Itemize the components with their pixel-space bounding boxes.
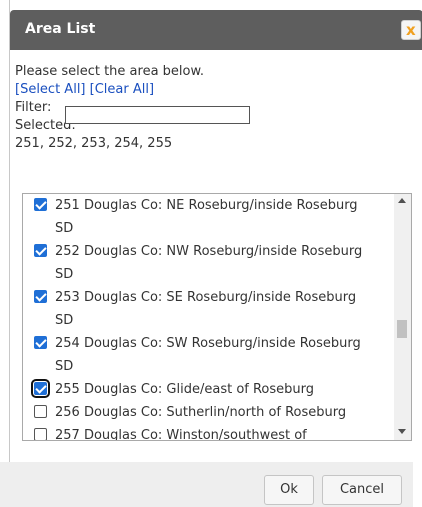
item-label: 255 Douglas Co: Glide/east of Roseburg: [55, 382, 315, 397]
list-item[interactable]: 251 Douglas Co: NE Roseburg/inside Roseb…: [23, 194, 393, 240]
item-label: 252 Douglas Co: NW Roseburg/inside Roseb…: [55, 244, 363, 259]
list-item[interactable]: 254 Douglas Co: SW Roseburg/inside Roseb…: [23, 332, 393, 378]
item-label: 256 Douglas Co: Sutherlin/north of Roseb…: [55, 405, 347, 420]
list-item[interactable]: 253 Douglas Co: SE Roseburg/inside Roseb…: [23, 286, 393, 332]
list-item[interactable]: 256 Douglas Co: Sutherlin/north of Roseb…: [23, 401, 393, 424]
dialog-titlebar[interactable]: Area List x: [10, 10, 422, 50]
ok-button[interactable]: Ok: [264, 475, 314, 505]
item-label-cont: SD: [55, 313, 74, 328]
instruction-text: Please select the area below.: [15, 64, 205, 79]
dialog-title: Area List: [25, 21, 96, 37]
item-label: 257 Douglas Co: Winston/southwest of: [55, 428, 307, 441]
area-list: 251 Douglas Co: NE Roseburg/inside Roseb…: [23, 194, 393, 441]
item-label: 251 Douglas Co: NE Roseburg/inside Roseb…: [55, 198, 358, 213]
item-label-cont: SD: [55, 267, 74, 282]
close-button[interactable]: x: [401, 20, 421, 40]
checkbox[interactable]: [34, 405, 47, 418]
checkbox[interactable]: [34, 336, 47, 349]
checkbox[interactable]: [34, 290, 47, 303]
list-scrollbar[interactable]: [394, 194, 411, 440]
checkbox[interactable]: [34, 428, 47, 440]
checkbox[interactable]: [34, 198, 47, 211]
clear-all-link[interactable]: [Clear All]: [90, 82, 154, 97]
select-links: [Select All] [Clear All]: [15, 81, 405, 99]
item-label: 253 Douglas Co: SE Roseburg/inside Roseb…: [55, 290, 357, 305]
list-item[interactable]: 255 Douglas Co: Glide/east of Roseburg: [23, 378, 393, 401]
cancel-button[interactable]: Cancel: [322, 475, 402, 505]
item-label-cont: SD: [55, 359, 74, 374]
item-label-cont: SD: [55, 221, 74, 236]
checkbox[interactable]: [34, 244, 47, 257]
list-item[interactable]: 252 Douglas Co: NW Roseburg/inside Roseb…: [23, 240, 393, 286]
checkbox[interactable]: [31, 379, 50, 398]
list-item[interactable]: 257 Douglas Co: Winston/southwest of: [23, 424, 393, 441]
scroll-down-arrow-icon[interactable]: [398, 429, 406, 434]
scrollbar-thumb[interactable]: [397, 320, 407, 338]
scroll-up-arrow-icon[interactable]: [398, 198, 406, 203]
close-icon: x: [406, 21, 416, 39]
item-label: 254 Douglas Co: SW Roseburg/inside Roseb…: [55, 336, 361, 351]
select-all-link[interactable]: [Select All]: [15, 82, 86, 97]
filter-input[interactable]: [65, 106, 250, 124]
area-listbox[interactable]: 251 Douglas Co: NE Roseburg/inside Roseb…: [22, 193, 412, 441]
selected-values: 251, 252, 253, 254, 255: [15, 136, 173, 151]
